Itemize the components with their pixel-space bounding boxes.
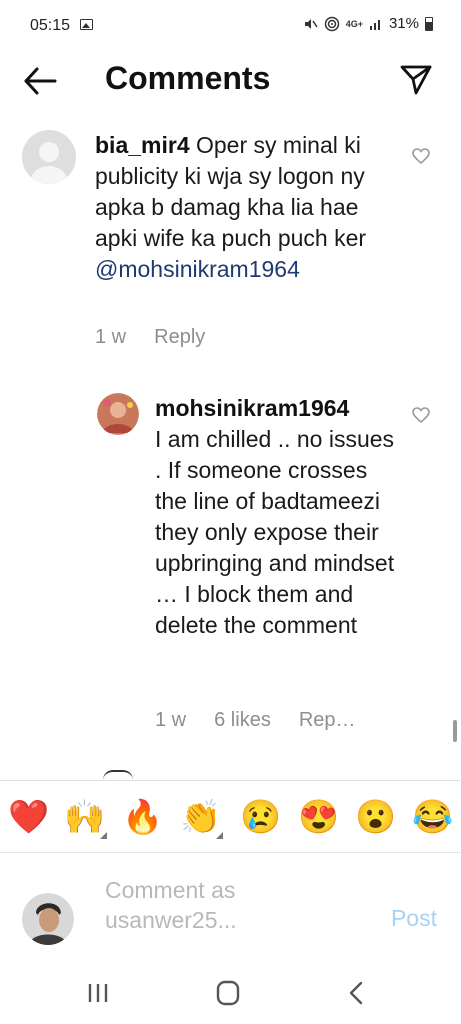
comment-time: 1 w: [155, 709, 187, 731]
send-icon[interactable]: [399, 62, 433, 96]
emoji-glyph: 🙌: [64, 798, 106, 835]
skin-tone-indicator: [216, 832, 223, 839]
page-title: Comments: [105, 60, 271, 96]
comment-time: 1 w: [95, 326, 127, 348]
avatar[interactable]: [22, 130, 76, 184]
user-avatar-photo: [97, 393, 139, 435]
reply-button[interactable]: Reply: [154, 326, 205, 349]
network-type: 4G+: [345, 18, 363, 29]
back-arrow-icon[interactable]: [22, 64, 58, 98]
current-user-avatar: [22, 893, 74, 945]
comment: bia_mir4 Oper sy minal ki publicity ki w…: [0, 120, 461, 360]
post-button[interactable]: Post: [391, 905, 437, 932]
comment-username[interactable]: mohsinikram1964: [155, 393, 405, 424]
mute-icon: [304, 18, 318, 29]
system-nav-bar: [0, 960, 461, 1024]
comment-username[interactable]: bia_mir4: [95, 132, 190, 158]
emoji-glyph: 👏: [180, 798, 222, 835]
next-comment-avatar: [103, 770, 133, 780]
signal-icon: [369, 19, 380, 30]
user-avatar-photo: [22, 893, 74, 945]
back-icon[interactable]: [337, 978, 377, 1008]
likes-count[interactable]: 6 likes: [214, 709, 271, 732]
comment-body: bia_mir4 Oper sy minal ki publicity ki w…: [95, 130, 395, 285]
recent-apps-icon[interactable]: [78, 978, 118, 1008]
comment-input[interactable]: [105, 875, 365, 939]
heart-icon[interactable]: [411, 405, 431, 425]
comment-body: mohsinikram1964 I am chilled .. no issue…: [155, 393, 405, 641]
emoji-heart-eyes[interactable]: 😍: [298, 797, 339, 837]
comment-reply: mohsinikram1964 I am chilled .. no issue…: [0, 385, 461, 745]
image-icon: [80, 19, 93, 30]
heart-icon[interactable]: [411, 146, 431, 166]
emoji-raised-hands[interactable]: 🙌: [64, 797, 107, 839]
status-time: 05:15: [30, 17, 71, 34]
mention-link[interactable]: @mohsinikram1964: [95, 256, 300, 282]
emoji-surprised[interactable]: 😮: [355, 797, 396, 837]
avatar[interactable]: [97, 393, 139, 435]
comment-meta: 1 w Reply: [95, 326, 205, 349]
default-avatar-icon: [22, 130, 76, 184]
emoji-quick-bar: ❤️ 🙌 🔥 👏 😢 😍 😮 😂: [0, 780, 461, 852]
reply-button[interactable]: Rep…: [299, 709, 356, 732]
header: Comments: [0, 50, 461, 112]
status-bar: 05:15 4G+ 31%: [0, 0, 461, 50]
skin-tone-indicator: [100, 832, 107, 839]
scrollbar[interactable]: [453, 720, 457, 742]
wifi-calling-icon: [324, 16, 339, 31]
comment-text: I am chilled .. no issues . If someone c…: [155, 426, 395, 638]
emoji-fire[interactable]: 🔥: [122, 797, 163, 837]
battery-icon: [425, 16, 433, 31]
home-icon[interactable]: [208, 978, 248, 1008]
emoji-crying[interactable]: 😢: [240, 797, 281, 837]
comment-meta: 1 w 6 likes Rep…: [155, 709, 356, 732]
status-indicators: 4G+ 31%: [302, 15, 433, 32]
emoji-heart[interactable]: ❤️: [8, 797, 49, 837]
emoji-laughing[interactable]: 😂: [412, 797, 453, 837]
emoji-clap[interactable]: 👏: [180, 797, 223, 839]
comment-composer: Post: [0, 852, 461, 952]
battery-percent: 31%: [388, 15, 419, 32]
